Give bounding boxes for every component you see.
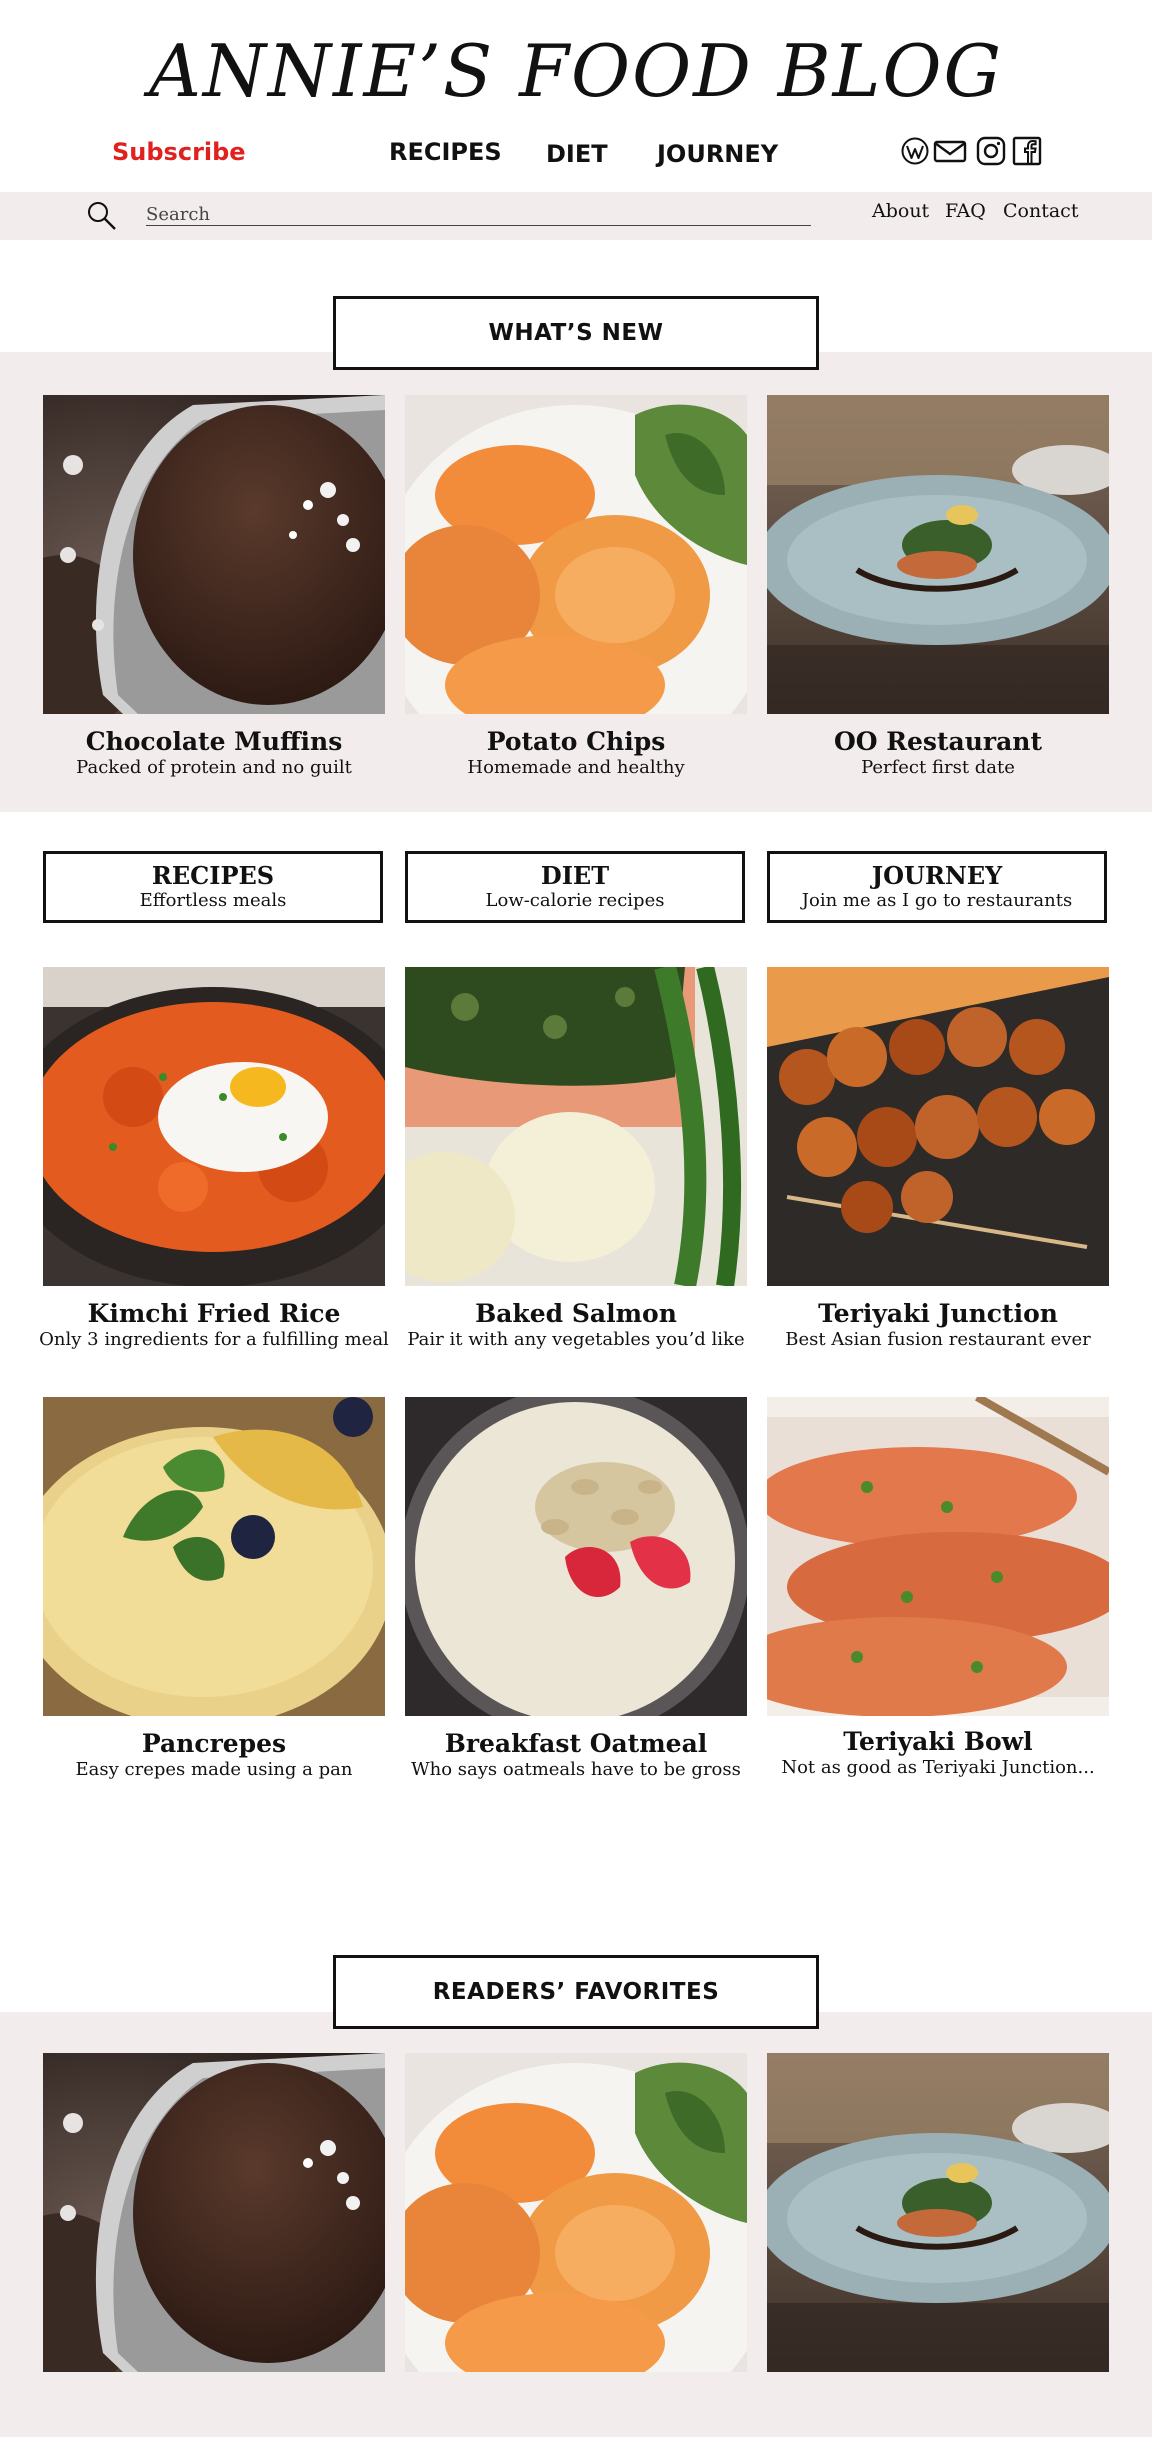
chocolate-muffins-image[interactable] — [43, 395, 385, 714]
card-title[interactable]: Kimchi Fried Rice — [34, 1299, 394, 1328]
about-link[interactable]: About — [872, 200, 929, 222]
card-subtitle: Not as good as Teriyaki Junction... — [781, 1757, 1095, 1778]
category-subtitle: Effortless meals — [139, 890, 287, 911]
kimchi-fried-rice-image[interactable] — [43, 967, 385, 1286]
nav-recipes[interactable]: RECIPES — [389, 138, 502, 166]
instagram-icon[interactable] — [976, 136, 1006, 166]
teriyaki-junction-image[interactable] — [767, 967, 1109, 1286]
favorite-muffin-image[interactable] — [43, 2053, 385, 2372]
category-subtitle: Join me as I go to restaurants — [801, 890, 1073, 911]
card-title[interactable]: Chocolate Muffins — [34, 727, 394, 756]
card-title[interactable]: Teriyaki Junction — [758, 1299, 1118, 1328]
card-title[interactable]: Potato Chips — [396, 727, 756, 756]
oo-restaurant-image[interactable] — [767, 395, 1109, 714]
search-input[interactable] — [146, 203, 811, 226]
card-subtitle: Only 3 ingredients for a fulfilling meal — [39, 1329, 389, 1350]
card-subtitle: Pair it with any vegetables you’d like — [407, 1329, 745, 1350]
blog-title: ANNIE’S FOOD BLOG — [149, 29, 1003, 113]
card-subtitle: Easy crepes made using a pan — [75, 1759, 353, 1780]
search-icon[interactable] — [86, 200, 118, 232]
readers-favorites-heading: READERS’ FAVORITES — [333, 1955, 819, 2029]
category-title: DIET — [540, 861, 610, 890]
facebook-icon[interactable] — [1012, 136, 1042, 166]
category-subtitle: Low-calorie recipes — [485, 890, 665, 911]
potato-chips-image[interactable] — [405, 395, 747, 714]
category-title: RECIPES — [151, 861, 275, 890]
wordpress-icon[interactable] — [900, 136, 930, 166]
card-title[interactable]: Baked Salmon — [396, 1299, 756, 1328]
card-title[interactable]: Teriyaki Bowl — [758, 1727, 1118, 1756]
whats-new-heading: WHAT’S NEW — [333, 296, 819, 370]
category-diet[interactable]: DIET Low-calorie recipes — [405, 851, 745, 923]
faq-link[interactable]: FAQ — [945, 200, 986, 222]
category-title: JOURNEY — [871, 861, 1003, 890]
card-title[interactable]: OO Restaurant — [758, 727, 1118, 756]
category-recipes[interactable]: RECIPES Effortless meals — [43, 851, 383, 923]
breakfast-oatmeal-image[interactable] — [405, 1397, 747, 1716]
pancrepes-image[interactable] — [43, 1397, 385, 1716]
nav-diet[interactable]: DIET — [546, 140, 608, 168]
teriyaki-bowl-image[interactable] — [767, 1397, 1109, 1716]
card-subtitle: Packed of protein and no guilt — [76, 757, 352, 778]
card-subtitle: Best Asian fusion restaurant ever — [785, 1329, 1091, 1350]
card-subtitle: Homemade and healthy — [467, 757, 685, 778]
card-title[interactable]: Pancrepes — [34, 1729, 394, 1758]
category-journey[interactable]: JOURNEY Join me as I go to restaurants — [767, 851, 1107, 923]
card-subtitle: Perfect first date — [861, 757, 1015, 778]
mail-icon[interactable] — [933, 136, 967, 166]
contact-link[interactable]: Contact — [1003, 200, 1078, 222]
baked-salmon-image[interactable] — [405, 967, 747, 1286]
favorite-restaurant-image[interactable] — [767, 2053, 1109, 2372]
nav-journey[interactable]: JOURNEY — [657, 140, 778, 168]
card-subtitle: Who says oatmeals have to be gross — [411, 1759, 741, 1780]
card-title[interactable]: Breakfast Oatmeal — [396, 1729, 756, 1758]
subscribe-link[interactable]: Subscribe — [112, 138, 246, 166]
favorite-potato-chips-image[interactable] — [405, 2053, 747, 2372]
